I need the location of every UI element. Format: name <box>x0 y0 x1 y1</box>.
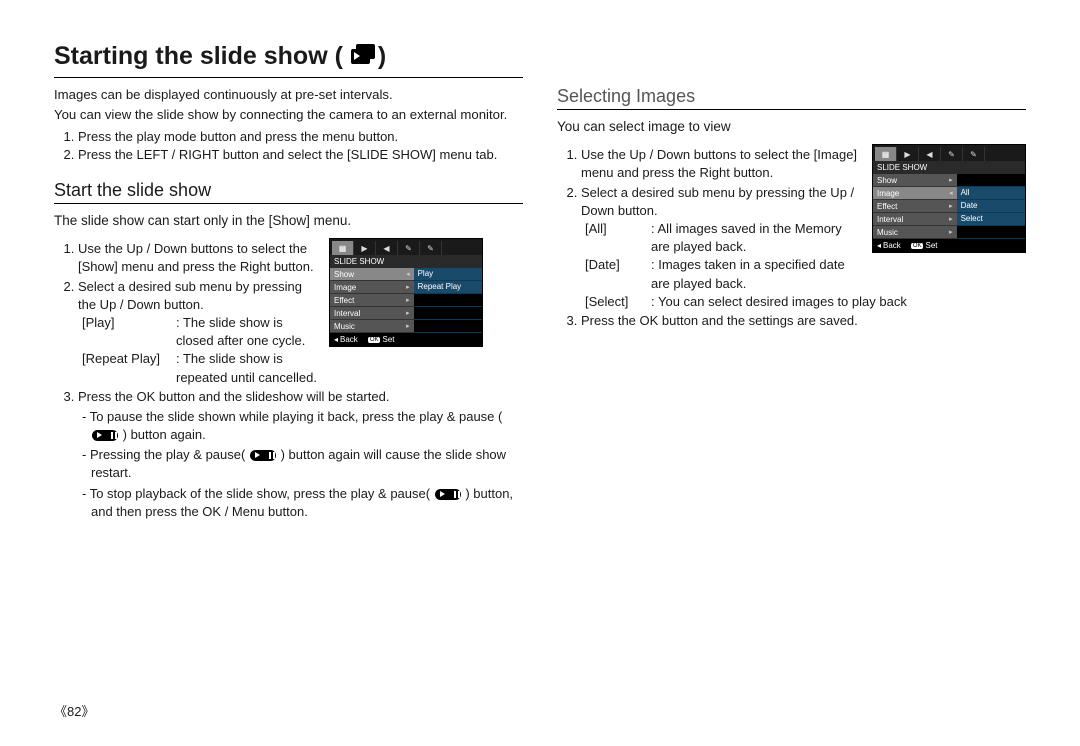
play-pause-icon <box>435 489 461 500</box>
left-arrow-icon: ◂ <box>406 270 410 278</box>
osd-empty <box>957 174 1025 187</box>
right-arrow-icon: ▸ <box>406 296 410 304</box>
back-key-icon: ◂ <box>877 241 881 250</box>
title-text-2: ) <box>378 42 386 71</box>
osd-row-repeat: Repeat Play <box>414 281 482 294</box>
right-arrow-icon: ▸ <box>406 283 410 291</box>
osd-title-2: SLIDE SHOW <box>873 161 1025 174</box>
def-repeat-term: [Repeat Play] <box>82 350 176 386</box>
bullet-stop: - To stop playback of the slide show, pr… <box>91 485 523 521</box>
right-arrow-icon: ▸ <box>949 202 953 210</box>
osd2-row-select: Select <box>957 213 1025 226</box>
osd-set: Set <box>382 335 394 344</box>
ok-key-icon: OK <box>911 243 924 249</box>
def-play-term: [Play] <box>82 314 176 350</box>
osd-tab-play-icon: ▶ <box>897 147 919 161</box>
osd-tab-tool-icon: ✎ <box>941 147 963 161</box>
right-arrow-icon: ▸ <box>949 176 953 184</box>
def-repeat-desc: : The slide show is repeated until cance… <box>176 350 321 386</box>
osd2-row-effect: Effect <box>877 202 897 211</box>
osd-tab-play-icon: ▶ <box>354 241 376 255</box>
def-all-desc: : All images saved in the Memory are pla… <box>651 220 864 256</box>
osd-back: Back <box>340 335 358 344</box>
def-all-term: [All] <box>585 220 651 256</box>
osd2-row-show: Show <box>877 176 897 185</box>
intro-line-2: You can view the slide show by connectin… <box>54 106 523 124</box>
osd-tab-sound-icon: ◀ <box>376 241 398 255</box>
slideshow-icon <box>351 49 370 64</box>
osd-tab-slideshow-icon: ▦ <box>332 241 354 255</box>
section-start-title: Start the slide show <box>54 180 523 204</box>
main-step-3: Press the OK button and the slideshow wi… <box>78 388 523 521</box>
bullet-pause: - To pause the slide shown while playing… <box>91 408 523 444</box>
top-step-2: Press the LEFT / RIGHT button and select… <box>78 146 523 164</box>
osd-tab-setup-icon: ✎ <box>420 241 442 255</box>
ok-key-icon: OK <box>368 337 381 343</box>
right-arrow-icon: ▸ <box>949 215 953 223</box>
osd-row-image: Image <box>334 283 356 292</box>
osd2-row-music: Music <box>877 228 898 237</box>
osd-row-effect: Effect <box>334 296 354 305</box>
osd-tab-setup-icon: ✎ <box>963 147 985 161</box>
osd2-row-interval: Interval <box>877 215 903 224</box>
main-step-3-text: Press the OK button and the slideshow wi… <box>78 389 389 404</box>
section-start-intro: The slide show can start only in the [Sh… <box>54 212 523 230</box>
right-arrow-icon: ▸ <box>406 309 410 317</box>
section-selecting-title: Selecting Images <box>557 86 1026 110</box>
osd-row-interval: Interval <box>334 309 360 318</box>
def-date-desc: : Images taken in a specified date are p… <box>651 256 864 292</box>
osd-row-music: Music <box>334 322 355 331</box>
back-key-icon: ◂ <box>334 335 338 344</box>
osd-tab-slideshow-icon: ▦ <box>875 147 897 161</box>
osd-row-play: Play <box>414 268 482 281</box>
osd-title: SLIDE SHOW <box>330 255 482 268</box>
page-title: Starting the slide show ( ) <box>54 42 523 71</box>
osd-screenshot-show: ▦ ▶ ◀ ✎ ✎ SLIDE SHOW Show ◂ Play Image ▸ Rep… <box>329 238 483 347</box>
osd2-row-all: All <box>957 187 1025 200</box>
osd2-set: Set <box>925 241 937 250</box>
top-steps-list: Press the play mode button and press the… <box>54 128 523 164</box>
def-play-desc: : The slide show is closed after one cyc… <box>176 314 321 350</box>
play-pause-icon <box>250 450 276 461</box>
bullet-restart: - Pressing the play & pause( ) button ag… <box>91 446 523 482</box>
title-text-1: Starting the slide show ( <box>54 42 343 71</box>
osd-empty <box>414 294 482 307</box>
intro-line-1: Images can be displayed continuously at … <box>54 86 523 104</box>
left-arrow-icon: ◂ <box>949 189 953 197</box>
osd-tab-tool-icon: ✎ <box>398 241 420 255</box>
osd2-back: Back <box>883 241 901 250</box>
play-pause-icon <box>92 430 118 441</box>
right-arrow-icon: ▸ <box>406 322 410 330</box>
osd-tab-sound-icon: ◀ <box>919 147 941 161</box>
top-step-1: Press the play mode button and press the… <box>78 128 523 146</box>
def-select-term: [Select] <box>585 293 651 311</box>
osd2-row-date: Date <box>957 200 1025 213</box>
main-step-2-text: Select a desired sub menu by pressing th… <box>78 279 302 312</box>
section-selecting-intro: You can select image to view <box>557 118 1026 136</box>
osd-screenshot-image: ▦ ▶ ◀ ✎ ✎ SLIDE SHOW Show ▸ Image ◂ All Eff… <box>872 144 1026 253</box>
right-step-3: Press the OK button and the settings are… <box>581 312 1026 330</box>
right-arrow-icon: ▸ <box>949 228 953 236</box>
def-date-term: [Date] <box>585 256 651 292</box>
osd2-row-image: Image <box>877 189 899 198</box>
right-step-2-text: Select a desired sub menu by pressing th… <box>581 185 854 218</box>
osd-empty <box>414 320 482 333</box>
osd-empty <box>957 226 1025 239</box>
page-number: 《82》 <box>54 701 94 720</box>
osd-empty <box>414 307 482 320</box>
def-select-desc: : You can select desired images to play … <box>651 293 1026 311</box>
osd-row-show: Show <box>334 270 354 279</box>
title-rule <box>54 77 523 78</box>
